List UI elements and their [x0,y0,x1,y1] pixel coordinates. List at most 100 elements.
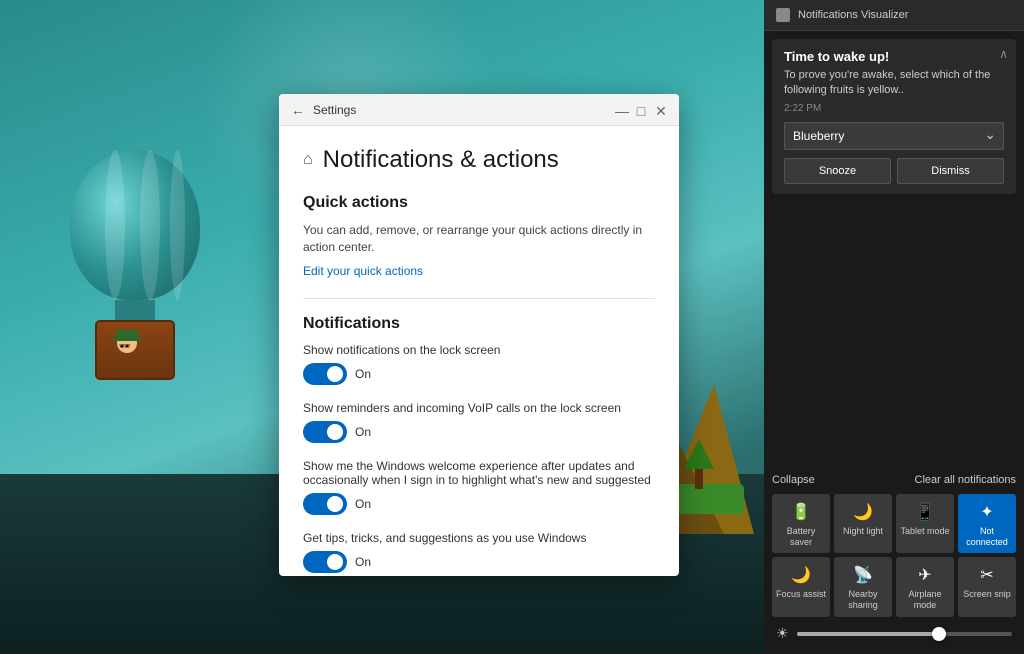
toggle-tips[interactable] [303,551,347,573]
notif-card-time: 2:22 PM [784,103,1004,114]
qa-battery-saver-label: Battery saver [776,526,826,548]
collapse-button[interactable]: Collapse [772,474,815,486]
toggle-container-2: On [303,421,655,443]
brightness-slider[interactable] [797,632,1012,636]
toggle-label-tips: Get tips, tricks, and suggestions as you… [303,531,655,545]
person-glasses: 🕶 [119,341,130,352]
toggle-voip[interactable] [303,421,347,443]
notif-dropdown-wrapper: Blueberry Banana Lime Strawberry [784,122,1004,150]
qa-nearby-sharing-label: Nearby sharing [838,589,888,611]
toggle-container-1: On [303,363,655,385]
tree-decoration [684,439,714,489]
section-divider [303,298,655,299]
qa-airplane-mode[interactable]: ✈ Airplane mode [896,557,954,617]
qa-night-light-label: Night light [843,526,883,537]
tablet-mode-icon: 📱 [915,502,935,522]
nearby-sharing-icon: 📡 [853,565,873,585]
notif-dropdown[interactable]: Blueberry Banana Lime Strawberry [784,122,1004,150]
balloon-stripe-1 [105,150,125,300]
balloon-person: 🕶 [112,333,142,373]
balloon-stripe-3 [170,150,185,300]
edit-quick-actions-link[interactable]: Edit your quick actions [303,264,655,278]
quick-actions-grid: 🔋 Battery saver 🌙 Night light 📱 Tablet m… [772,494,1016,617]
notif-card-body: To prove you're awake, select which of t… [784,68,1004,99]
maximize-button[interactable]: □ [635,104,647,116]
close-button[interactable]: ✕ [655,104,667,116]
qa-focus-assist[interactable]: 🌙 Focus assist [772,557,830,617]
panel-spacer [764,202,1024,466]
quick-actions-desc: You can add, remove, or rearrange your q… [303,222,655,256]
qa-screen-snip-label: Screen snip [963,589,1011,600]
notif-visualizer-bar: Notifications Visualizer [764,0,1024,31]
settings-content: ⌂ Notifications & actions Quick actions … [279,126,679,576]
bluetooth-icon: ✦ [980,502,993,522]
notif-card-title: Time to wake up! [784,49,1004,64]
titlebar: ← Settings — □ ✕ [279,94,679,126]
settings-header: ⌂ Notifications & actions [303,146,655,174]
page-title: Notifications & actions [323,146,559,174]
toggle-row-welcome: Show me the Windows welcome experience a… [303,459,655,515]
hot-air-balloon: 🕶 [70,150,200,380]
brightness-thumb[interactable] [932,627,946,641]
home-icon: ⌂ [303,151,313,169]
dismiss-button[interactable]: Dismiss [897,158,1004,184]
window-controls: — □ ✕ [615,104,667,116]
focus-assist-icon: 🌙 [791,565,811,585]
toggle-label-voip: Show reminders and incoming VoIP calls o… [303,401,655,415]
person-head: 🕶 [117,333,137,353]
notif-close-button[interactable]: ∧ [999,47,1008,61]
qa-battery-saver[interactable]: 🔋 Battery saver [772,494,830,554]
battery-saver-icon: 🔋 [791,502,811,522]
screen-snip-icon: ✂ [980,565,993,585]
notifications-title: Notifications [303,315,655,333]
qa-tablet-mode[interactable]: 📱 Tablet mode [896,494,954,554]
notif-viz-icon [776,8,790,22]
qa-focus-assist-label: Focus assist [776,589,826,600]
airplane-icon: ✈ [918,565,931,585]
toggle-text-1: On [355,367,371,381]
tree-top [684,439,714,469]
settings-window: ← Settings — □ ✕ ⌂ Notifications & actio… [279,94,679,576]
brightness-icon: ☀ [776,625,789,642]
snooze-button[interactable]: Snooze [784,158,891,184]
toggle-lock-screen[interactable] [303,363,347,385]
back-button[interactable]: ← [291,102,305,118]
notification-panel: Notifications Visualizer ∧ Time to wake … [764,0,1024,654]
qa-screen-snip[interactable]: ✂ Screen snip [958,557,1016,617]
toggle-text-2: On [355,425,371,439]
titlebar-left: ← Settings [291,102,356,118]
brightness-fill [797,632,937,636]
toggle-row-tips: Get tips, tricks, and suggestions as you… [303,531,655,573]
night-light-icon: 🌙 [853,502,873,522]
toggle-container-4: On [303,551,655,573]
minimize-button[interactable]: — [615,104,627,116]
toggle-row-lock-screen: Show notifications on the lock screen On [303,343,655,385]
notifications-section: Notifications Show notifications on the … [303,315,655,576]
qa-night-light[interactable]: 🌙 Night light [834,494,892,554]
qa-airplane-mode-label: Airplane mode [900,589,950,611]
notif-viz-title: Notifications Visualizer [798,9,908,21]
clear-all-button[interactable]: Clear all notifications [915,474,1017,486]
qa-tablet-mode-label: Tablet mode [900,526,949,537]
tree-trunk [695,469,703,489]
balloon-neck [115,300,155,320]
qa-nearby-sharing[interactable]: 📡 Nearby sharing [834,557,892,617]
toggle-container-3: On [303,493,655,515]
quick-actions-title: Quick actions [303,194,655,212]
balloon-sphere [70,150,200,300]
toggle-text-3: On [355,497,371,511]
qa-not-connected-label: Not connected [962,526,1012,548]
toggle-row-voip: Show reminders and incoming VoIP calls o… [303,401,655,443]
window-title: Settings [313,103,356,117]
toggle-label-lock-screen: Show notifications on the lock screen [303,343,655,357]
balloon-stripe-2 [140,150,160,300]
notif-actions: Snooze Dismiss [784,158,1004,184]
ac-top-row: Collapse Clear all notifications [772,474,1016,486]
toggle-text-4: On [355,555,371,569]
qa-not-connected[interactable]: ✦ Not connected [958,494,1016,554]
notification-card: ∧ Time to wake up! To prove you're awake… [772,39,1016,194]
toggle-welcome[interactable] [303,493,347,515]
quick-actions-section: Quick actions You can add, remove, or re… [303,194,655,278]
balloon-basket: 🕶 [95,320,175,380]
action-center-bottom: Collapse Clear all notifications 🔋 Batte… [764,466,1024,654]
